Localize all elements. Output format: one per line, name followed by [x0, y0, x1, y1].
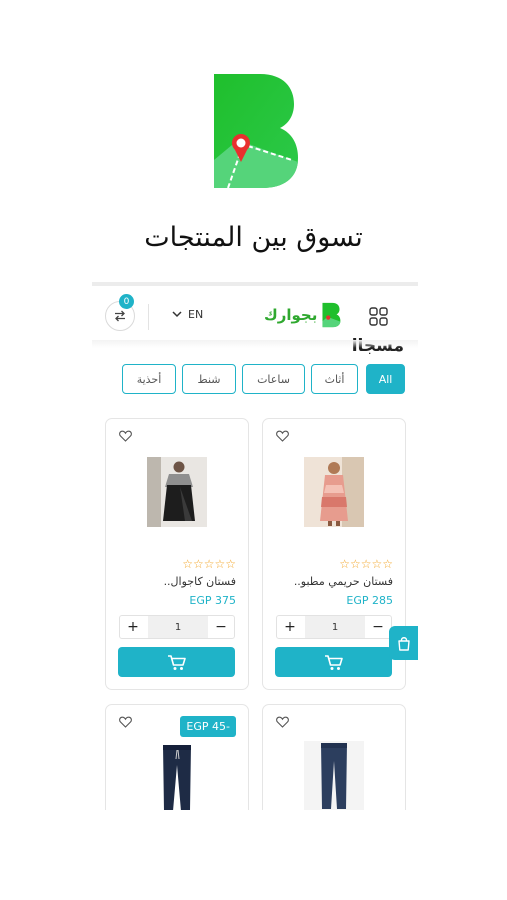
- quantity-increase-button[interactable]: +: [277, 616, 303, 638]
- brand-logo-large: [214, 74, 298, 189]
- product-image[interactable]: [147, 743, 207, 810]
- quantity-input[interactable]: 1: [148, 616, 208, 638]
- wishlist-heart-icon[interactable]: [276, 716, 289, 728]
- product-price: EGP 375: [189, 594, 236, 607]
- compare-arrows-icon: [115, 310, 125, 322]
- brand-name: بجوارك: [264, 306, 318, 324]
- chevron-down-icon: [172, 311, 182, 318]
- app-preview: 0 EN بجوارك مسجاا أحذية شنط ساعات: [92, 282, 418, 810]
- product-name[interactable]: فستان حريمي مطبو..: [294, 575, 393, 588]
- quantity-stepper: + 1 −: [119, 615, 235, 639]
- product-name[interactable]: فستان كاجوال..: [164, 575, 236, 588]
- quantity-decrease-button[interactable]: −: [208, 616, 234, 638]
- intro-headline: تسوق بين المنتجات: [144, 222, 363, 253]
- cart-icon: [324, 654, 343, 670]
- quantity-stepper: + 1 −: [276, 615, 392, 639]
- language-selector[interactable]: EN: [172, 308, 203, 321]
- quantity-decrease-button[interactable]: −: [365, 616, 391, 638]
- product-price: EGP 285: [346, 594, 393, 607]
- product-image[interactable]: [304, 457, 364, 527]
- product-card[interactable]: ☆☆☆☆☆ فستان حريمي مطبو.. EGP 285 + 1 −: [262, 418, 406, 690]
- shopping-bag-icon: [397, 636, 410, 651]
- add-to-cart-button[interactable]: [275, 647, 392, 677]
- rating-stars: ☆☆☆☆☆: [182, 557, 236, 571]
- categories-grid-icon[interactable]: [369, 307, 388, 326]
- product-image[interactable]: [147, 457, 207, 527]
- discount-badge: EGP 45-: [180, 716, 236, 737]
- product-card[interactable]: EGP 45-: [105, 704, 249, 810]
- add-to-cart-button[interactable]: [118, 647, 235, 677]
- app-header: 0 EN بجوارك: [92, 286, 418, 340]
- header-shadow: [92, 340, 418, 348]
- quantity-increase-button[interactable]: +: [120, 616, 146, 638]
- cart-icon: [167, 654, 186, 670]
- wishlist-heart-icon[interactable]: [119, 430, 132, 442]
- wishlist-heart-icon[interactable]: [119, 716, 132, 728]
- tab-shoes[interactable]: أحذية: [122, 364, 176, 394]
- tab-furniture[interactable]: أثاث: [311, 364, 358, 394]
- quantity-input[interactable]: 1: [305, 616, 365, 638]
- language-label: EN: [188, 308, 204, 321]
- product-card[interactable]: [262, 704, 406, 810]
- divider: [148, 304, 149, 330]
- compare-count-badge: 0: [119, 294, 134, 309]
- brand-logo[interactable]: بجوارك: [264, 302, 341, 328]
- tab-bags[interactable]: شنط: [182, 364, 236, 394]
- brand-b-icon: [322, 302, 341, 328]
- floating-cart-button[interactable]: [389, 626, 418, 660]
- product-card[interactable]: ☆☆☆☆☆ فستان كاجوال.. EGP 375 + 1 −: [105, 418, 249, 690]
- tab-watches[interactable]: ساعات: [242, 364, 305, 394]
- rating-stars: ☆☆☆☆☆: [339, 557, 393, 571]
- product-image[interactable]: [304, 741, 364, 810]
- tab-all[interactable]: All: [366, 364, 405, 394]
- wishlist-heart-icon[interactable]: [276, 430, 289, 442]
